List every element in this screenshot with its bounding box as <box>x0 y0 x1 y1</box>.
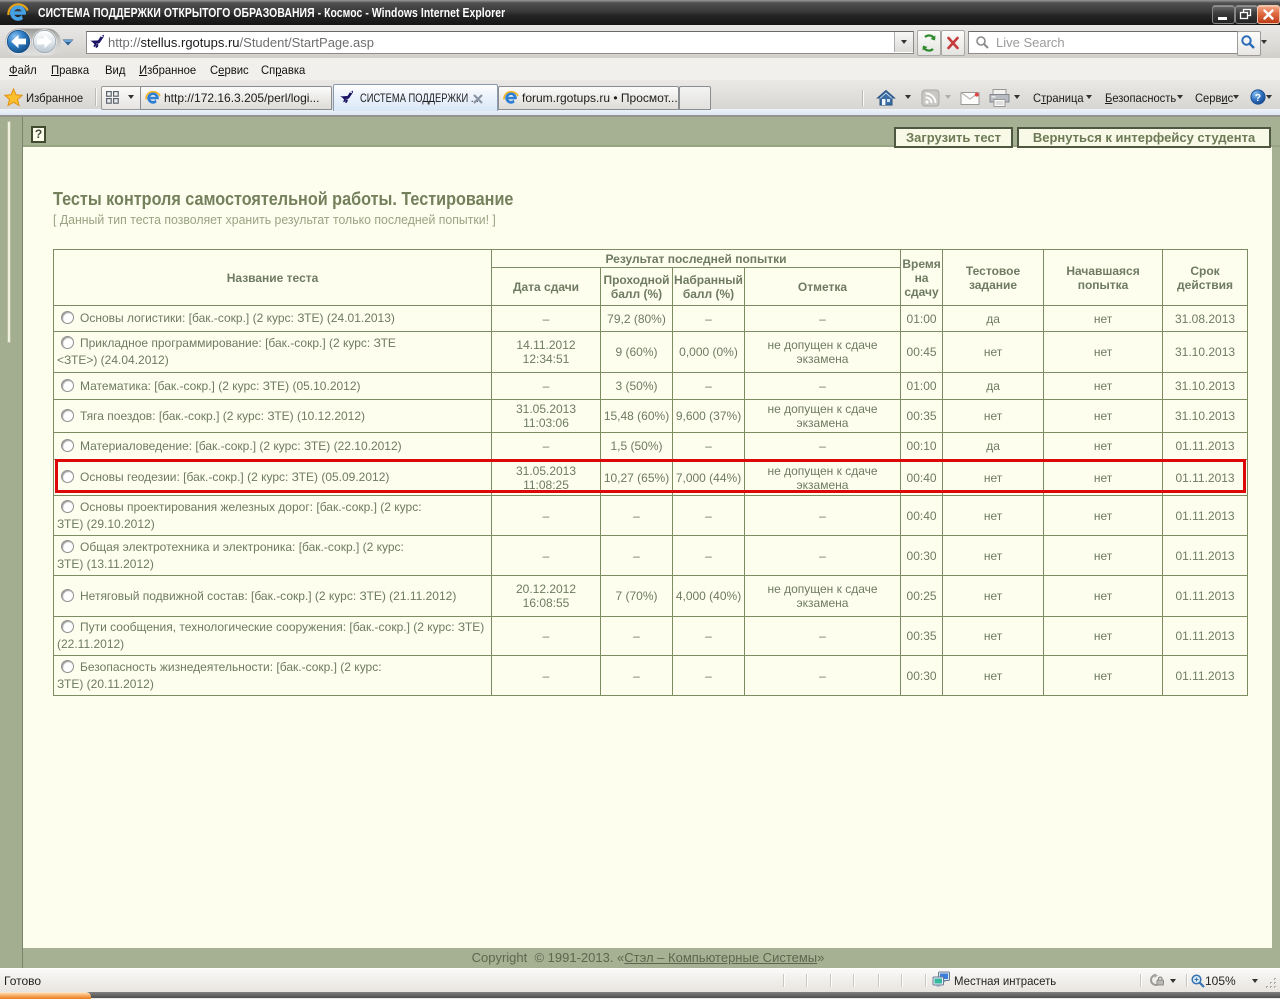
svg-text:?: ? <box>1255 93 1261 104</box>
